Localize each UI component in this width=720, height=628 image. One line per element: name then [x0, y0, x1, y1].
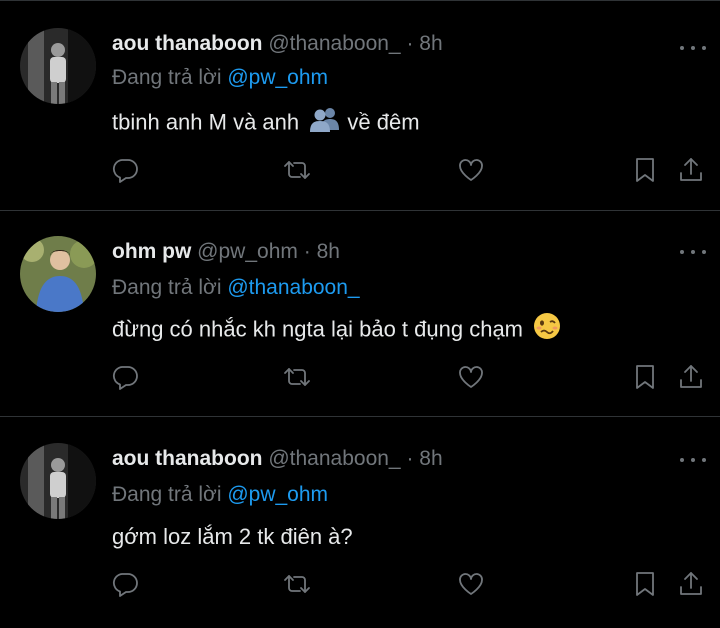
display-name[interactable]: ohm pw — [112, 240, 191, 263]
user-handle[interactable]: @pw_ohm — [197, 240, 298, 263]
tweet-divider — [0, 210, 720, 211]
tweet-header: aou thanaboon @thanaboon_ · 8h — [112, 28, 443, 60]
like-heart-icon[interactable] — [456, 569, 486, 599]
more-options-icon[interactable] — [680, 44, 706, 52]
bookmark-icon[interactable] — [630, 155, 660, 185]
woozy-face-emoji — [533, 312, 561, 349]
share-icon[interactable] — [676, 569, 706, 599]
reply-icon[interactable] — [110, 362, 140, 392]
replying-to-label: Đang trả lời — [112, 276, 222, 299]
separator-dot: · — [406, 32, 414, 55]
avatar[interactable] — [20, 28, 96, 104]
tweet-divider — [0, 416, 720, 417]
tweet-3[interactable]: aou thanaboon @thanaboon_ · 8h Đang trả … — [0, 443, 720, 628]
tweet-text-part: đừng có nhắc kh ngta lại bảo t đụng chạm — [112, 316, 524, 342]
tweet-text-part: tbinh anh M và anh — [112, 109, 300, 135]
retweet-icon[interactable] — [282, 155, 312, 185]
user-handle[interactable]: @thanaboon_ — [268, 32, 400, 55]
like-heart-icon[interactable] — [456, 155, 486, 185]
tweet-text: gớm loz lắm 2 tk điên à? — [112, 521, 353, 553]
replying-to: Đang trả lời @pw_ohm — [112, 64, 328, 92]
mention-link[interactable]: @pw_ohm — [227, 483, 328, 506]
avatar[interactable] — [20, 443, 96, 519]
tweet-1[interactable]: aou thanaboon @thanaboon_ · 8h Đang trả … — [0, 28, 720, 208]
user-handle[interactable]: @thanaboon_ — [268, 447, 400, 470]
mention-link[interactable]: @pw_ohm — [227, 66, 328, 89]
display-name[interactable]: aou thanaboon — [112, 447, 263, 470]
more-options-icon[interactable] — [680, 456, 706, 464]
timestamp[interactable]: 8h — [419, 32, 442, 55]
replying-to: Đang trả lời @thanaboon_ — [112, 274, 360, 302]
like-heart-icon[interactable] — [456, 362, 486, 392]
separator-dot: · — [406, 447, 414, 470]
timestamp[interactable]: 8h — [317, 240, 340, 263]
share-icon[interactable] — [676, 155, 706, 185]
tweet-text: đừng có nhắc kh ngta lại bảo t đụng chạm — [112, 312, 561, 349]
tweet-header: aou thanaboon @thanaboon_ · 8h — [112, 443, 443, 475]
display-name[interactable]: aou thanaboon — [112, 32, 263, 55]
more-options-icon[interactable] — [680, 248, 706, 256]
tweet-2[interactable]: ohm pw @pw_ohm · 8h Đang trả lời @thanab… — [0, 236, 720, 416]
retweet-icon[interactable] — [282, 569, 312, 599]
separator-dot: · — [303, 240, 311, 263]
replying-to-label: Đang trả lời — [112, 483, 222, 506]
bookmark-icon[interactable] — [630, 362, 660, 392]
top-divider — [0, 0, 720, 1]
timestamp[interactable]: 8h — [419, 447, 442, 470]
tweet-text-part: gớm loz lắm 2 tk điên à? — [112, 524, 353, 549]
tweet-text: tbinh anh M và anh về đêm — [112, 106, 420, 141]
tweet-header: ohm pw @pw_ohm · 8h — [112, 236, 340, 268]
tweet-text-part: về đêm — [347, 109, 420, 135]
busts-in-silhouette-emoji — [309, 106, 341, 141]
avatar[interactable] — [20, 236, 96, 312]
share-icon[interactable] — [676, 362, 706, 392]
mention-link[interactable]: @thanaboon_ — [227, 276, 359, 299]
reply-icon[interactable] — [110, 569, 140, 599]
bookmark-icon[interactable] — [630, 569, 660, 599]
replying-to: Đang trả lời @pw_ohm — [112, 481, 328, 509]
retweet-icon[interactable] — [282, 362, 312, 392]
replying-to-label: Đang trả lời — [112, 66, 222, 89]
reply-icon[interactable] — [110, 155, 140, 185]
